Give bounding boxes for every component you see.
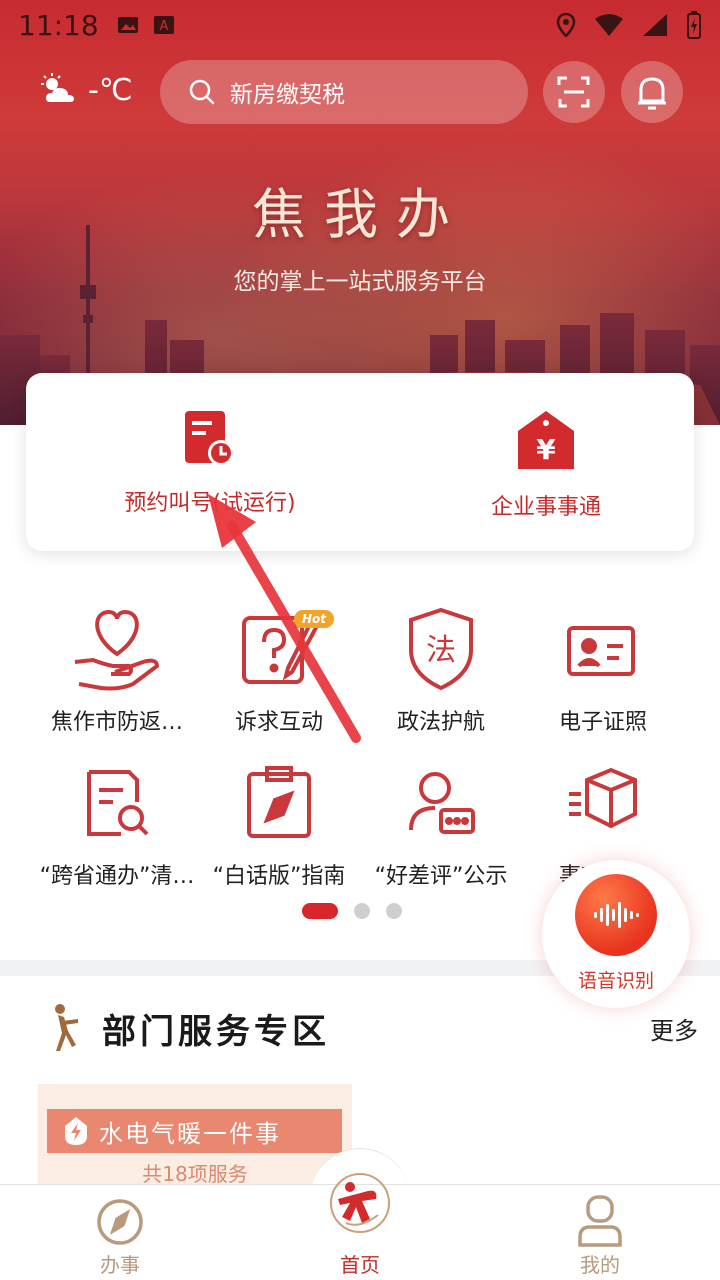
grid-item-cross-province[interactable]: “跨省通办”清… [36, 758, 198, 898]
bell-icon [638, 77, 666, 110]
page-dot[interactable] [354, 903, 370, 919]
grid-label: 诉求互动 [234, 710, 323, 735]
page-dot[interactable] [386, 903, 402, 919]
appointment-icon [185, 411, 234, 466]
home-logo-icon [330, 1173, 390, 1233]
gallery-notification-icon [117, 17, 138, 33]
user-message-icon [409, 772, 475, 834]
enterprise-label: 企业事事通 [490, 495, 601, 520]
enterprise-icon: ¥ [518, 411, 574, 469]
tab-home[interactable]: 首页 [285, 1173, 435, 1280]
grid-label: “好差评”公示 [374, 864, 508, 889]
weather-icon [41, 73, 74, 102]
compass-icon [97, 1199, 143, 1245]
grid-item-plain-guide[interactable]: “白话版”指南 [198, 758, 360, 898]
svg-text:A: A [159, 19, 168, 34]
voice-circle [575, 874, 657, 956]
tab-services[interactable]: 办事 [45, 1185, 195, 1280]
box-list-icon [569, 767, 637, 829]
location-icon [556, 13, 576, 37]
utilities-name: 水电气暖一件事 [99, 1119, 281, 1148]
grid-label: 焦作市防返… [50, 710, 183, 735]
svg-text:法: 法 [426, 633, 456, 668]
appointment-label: 预约叫号(试运行) [124, 491, 296, 516]
utilities-service-card[interactable]: 水电气暖一件事 共18项服务 [38, 1084, 352, 1194]
signal-icon [643, 14, 667, 36]
grid-label: “白话版”指南 [212, 864, 346, 889]
enterprise-button[interactable]: ¥ 企业事事通 [396, 373, 696, 551]
temperature-text: -℃ [88, 72, 133, 108]
tab-label: 首页 [340, 1253, 380, 1277]
clipboard-compass-icon [247, 766, 311, 838]
search-placeholder: 新房缴契税 [230, 82, 345, 108]
voice-label: 语音识别 [577, 970, 654, 992]
voice-recognition-button[interactable]: 语音识别 [542, 860, 690, 1008]
bottom-tab-bar: 办事 首页 我的 [0, 1173, 720, 1280]
appointment-button[interactable]: 预约叫号(试运行) [60, 373, 360, 551]
more-link[interactable]: 更多 [650, 1011, 698, 1046]
user-icon [578, 1195, 622, 1247]
sound-wave-icon [594, 902, 639, 928]
page-indicator [302, 903, 402, 919]
utilities-tag: 水电气暖一件事 [47, 1109, 342, 1153]
svg-text:¥: ¥ [536, 433, 556, 466]
service-count: 共18项服务 [142, 1162, 248, 1186]
document-search-icon [87, 770, 149, 836]
weather-widget[interactable]: -℃ [38, 72, 133, 108]
heart-hand-icon [74, 609, 160, 691]
id-card-icon [567, 626, 635, 676]
grid-label: “跨省通办”清… [39, 864, 195, 889]
grid-label: 政法护航 [396, 710, 485, 735]
notification-button[interactable] [621, 61, 683, 123]
tab-label: 办事 [100, 1253, 140, 1277]
tab-label: 我的 [580, 1253, 620, 1277]
tab-profile[interactable]: 我的 [525, 1185, 675, 1280]
app-title: 焦我办 [252, 183, 468, 246]
grid-item-rating[interactable]: “好差评”公示 [360, 758, 522, 898]
grid-item-e-license[interactable]: 电子证照 [522, 604, 684, 744]
scan-icon [557, 76, 590, 108]
app-subtitle: 您的掌上一站式服务平台 [233, 269, 487, 295]
running-figure-icon [55, 1004, 78, 1051]
wifi-icon [595, 14, 623, 36]
app-notification-icon: A [153, 16, 174, 34]
grid-label: 电子证照 [558, 710, 647, 735]
search-input[interactable]: 新房缴契税 [160, 60, 528, 124]
lightning-icon [65, 1117, 87, 1145]
department-title: 部门服务专区 [102, 1011, 330, 1052]
law-shield-icon: 法 [409, 607, 473, 691]
page-dot-active[interactable] [302, 903, 338, 919]
battery-icon [687, 11, 701, 39]
hot-badge: Hot [294, 610, 335, 628]
grid-item-appeal[interactable]: Hot 诉求互动 [198, 604, 360, 744]
grid-item-epidemic[interactable]: 焦作市防返… [36, 604, 198, 744]
quick-services-card: 预约叫号(试运行) ¥ 企业事事通 [26, 373, 694, 551]
status-time: 11:18 [18, 8, 99, 42]
scan-button[interactable] [543, 61, 605, 123]
grid-item-legal[interactable]: 法 政法护航 [360, 604, 522, 744]
search-icon [189, 79, 215, 105]
status-bar: 11:18 A [0, 0, 720, 50]
hero-banner: 11:18 A -℃ 新房缴契税 焦我办 您的掌上一站式服务平台 [0, 0, 720, 425]
department-section-header: 部门服务专区 更多 [48, 998, 698, 1058]
